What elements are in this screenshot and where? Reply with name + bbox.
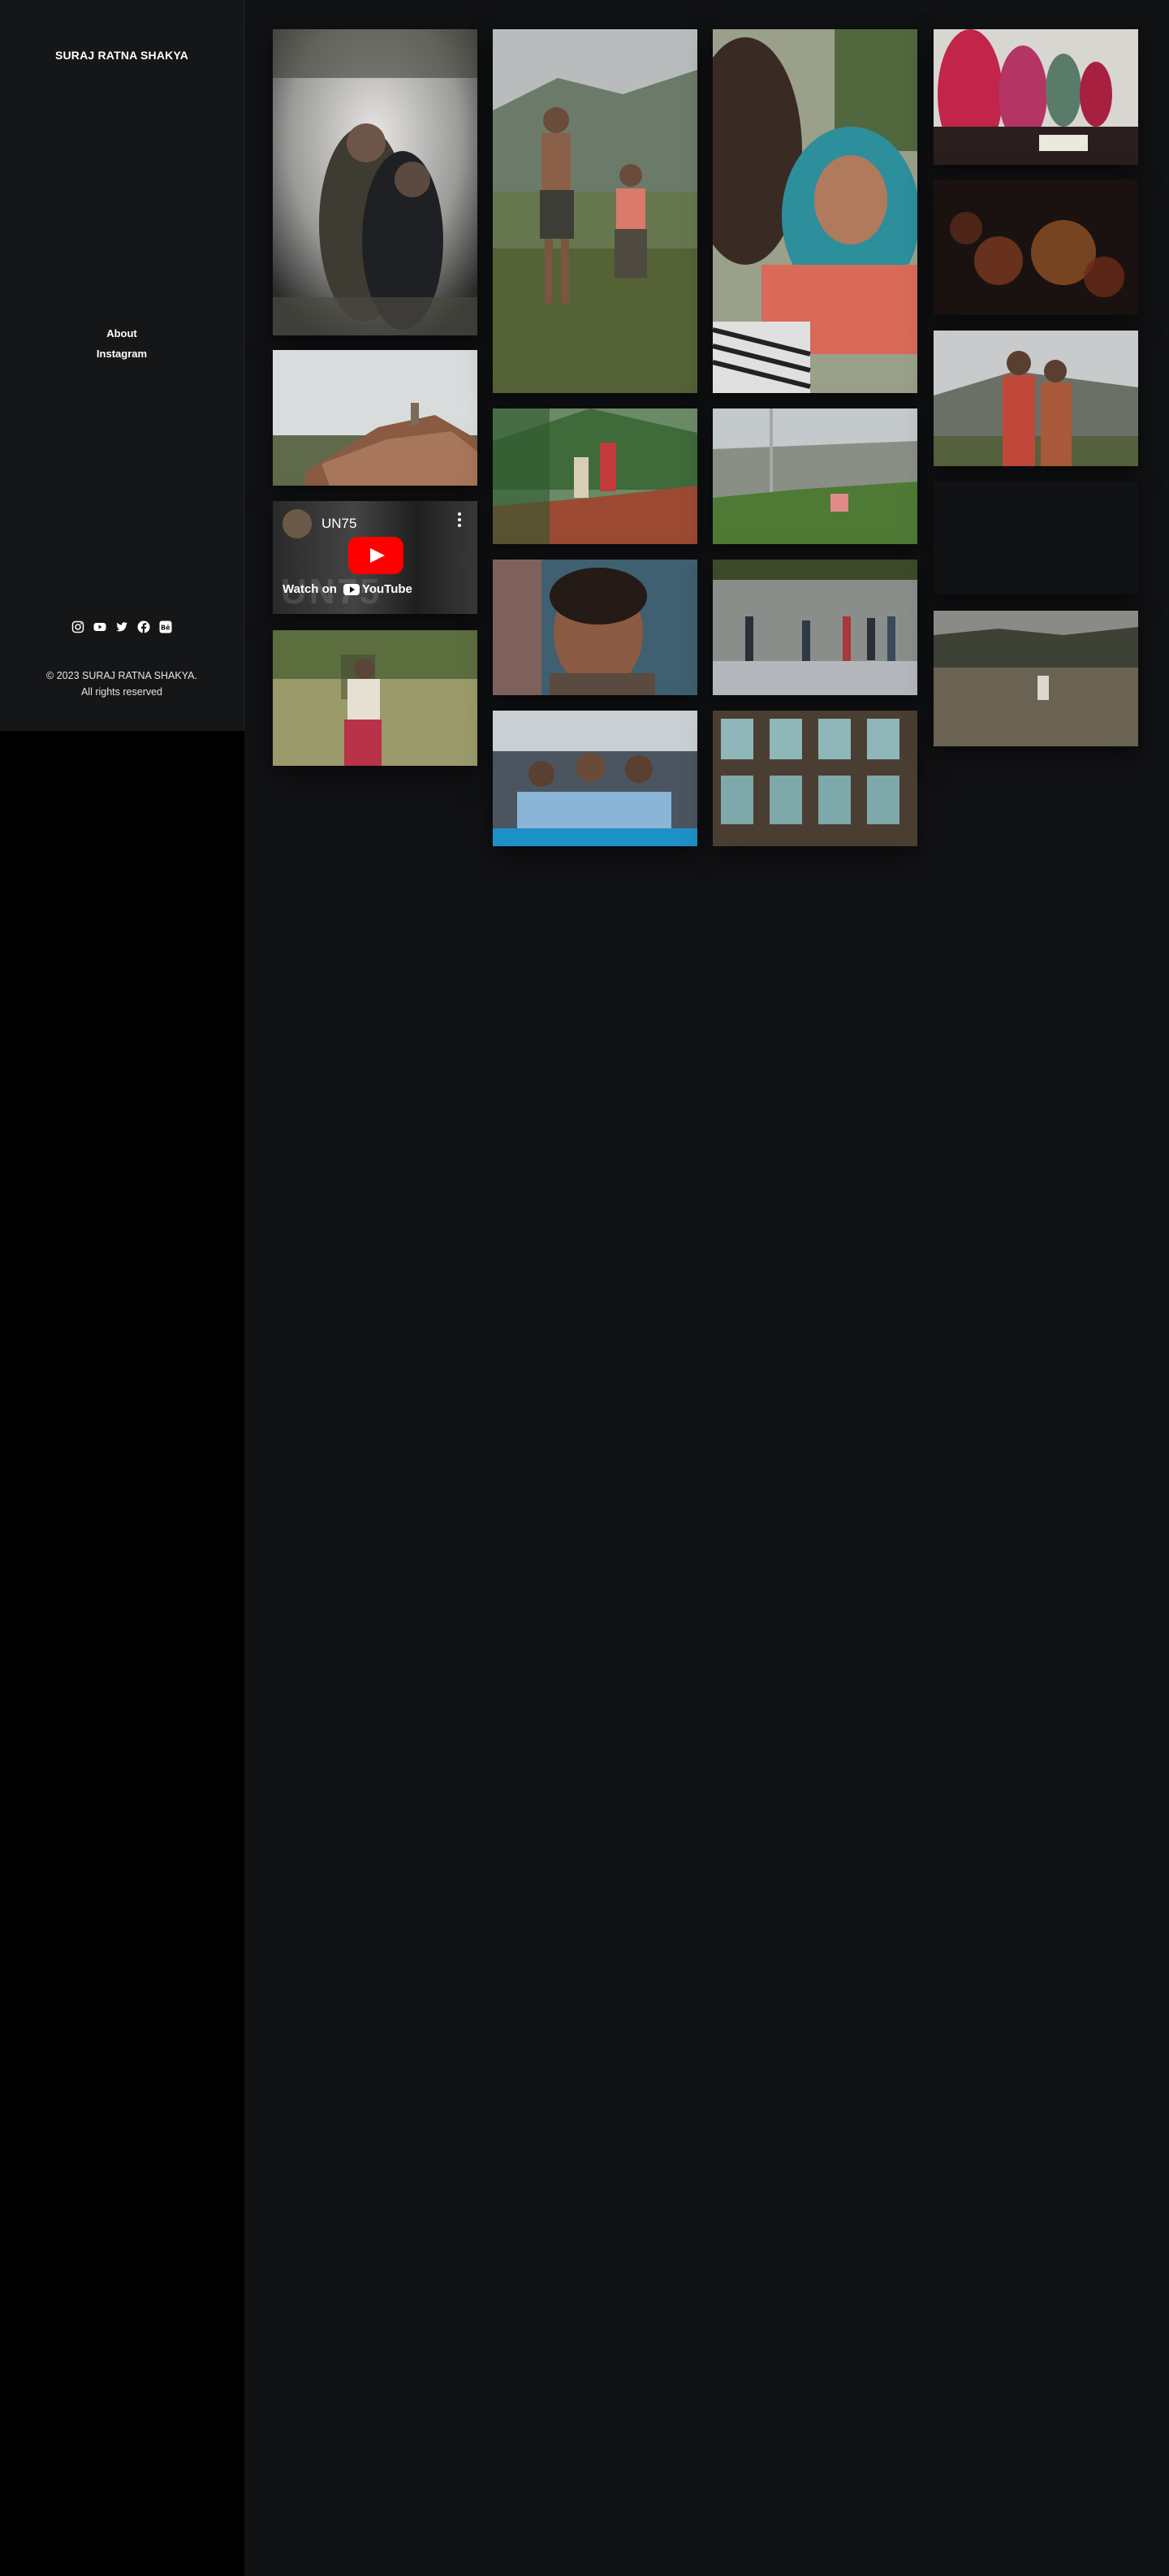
photo-schoolgirls-smiling[interactable] bbox=[493, 711, 697, 846]
photo-two-girls[interactable] bbox=[934, 331, 1138, 466]
main-nav: About Instagram bbox=[0, 323, 244, 364]
nav-link-about[interactable]: About bbox=[0, 323, 244, 344]
photo-two-boys[interactable] bbox=[493, 29, 697, 393]
photo-valley-overlook[interactable] bbox=[713, 408, 917, 544]
watch-on-youtube-link[interactable]: Watch on YouTube bbox=[283, 582, 412, 596]
photo-girl-in-field[interactable] bbox=[273, 630, 477, 766]
nav-link-instagram[interactable]: Instagram bbox=[0, 344, 244, 364]
photo-boy-portrait[interactable] bbox=[493, 560, 697, 695]
watch-on-label: Watch on bbox=[283, 582, 337, 596]
rights-line: All rights reserved bbox=[80, 686, 163, 698]
play-button-icon[interactable] bbox=[348, 537, 403, 574]
photo-family-hillside[interactable] bbox=[493, 408, 697, 544]
instagram-icon[interactable] bbox=[71, 620, 85, 633]
facebook-icon[interactable] bbox=[137, 620, 151, 633]
behance-icon[interactable]: Bē bbox=[159, 620, 173, 633]
photo-collapsed-house[interactable] bbox=[273, 350, 477, 486]
social-links: Bē bbox=[0, 620, 244, 633]
channel-avatar[interactable] bbox=[283, 509, 312, 538]
youtube-logo-text: YouTube bbox=[361, 582, 412, 596]
photo-couple-embrace[interactable] bbox=[273, 29, 477, 335]
sidebar: SURAJ RATNA SHAKYA About Instagram Bē © … bbox=[0, 0, 244, 731]
photo-gallery: UN75 UN75 Watch on YouTube bbox=[244, 0, 1169, 2576]
photo-women-studying[interactable] bbox=[934, 29, 1138, 165]
photo-students-walking[interactable] bbox=[713, 560, 917, 695]
site-title[interactable]: SURAJ RATNA SHAKYA bbox=[0, 49, 244, 62]
video-title[interactable]: UN75 bbox=[321, 516, 356, 532]
more-options-icon[interactable] bbox=[458, 512, 461, 529]
copyright: © 2023 SURAJ RATNA SHAKYA. All rights re… bbox=[0, 668, 244, 700]
photo-window-facade[interactable] bbox=[713, 711, 917, 846]
photo-candlelight-gathering[interactable] bbox=[934, 179, 1138, 315]
youtube-icon[interactable] bbox=[93, 620, 107, 633]
youtube-logo-icon: YouTube bbox=[343, 582, 412, 596]
svg-text:Bē: Bē bbox=[161, 624, 170, 631]
gallery-empty-tile bbox=[934, 482, 1138, 594]
youtube-embed[interactable]: UN75 UN75 Watch on YouTube bbox=[273, 501, 477, 614]
twitter-icon[interactable] bbox=[115, 620, 129, 633]
photo-mother-baby[interactable] bbox=[713, 29, 917, 393]
photo-misty-hills[interactable] bbox=[934, 611, 1138, 746]
copyright-line: © 2023 SURAJ RATNA SHAKYA. bbox=[46, 670, 197, 681]
